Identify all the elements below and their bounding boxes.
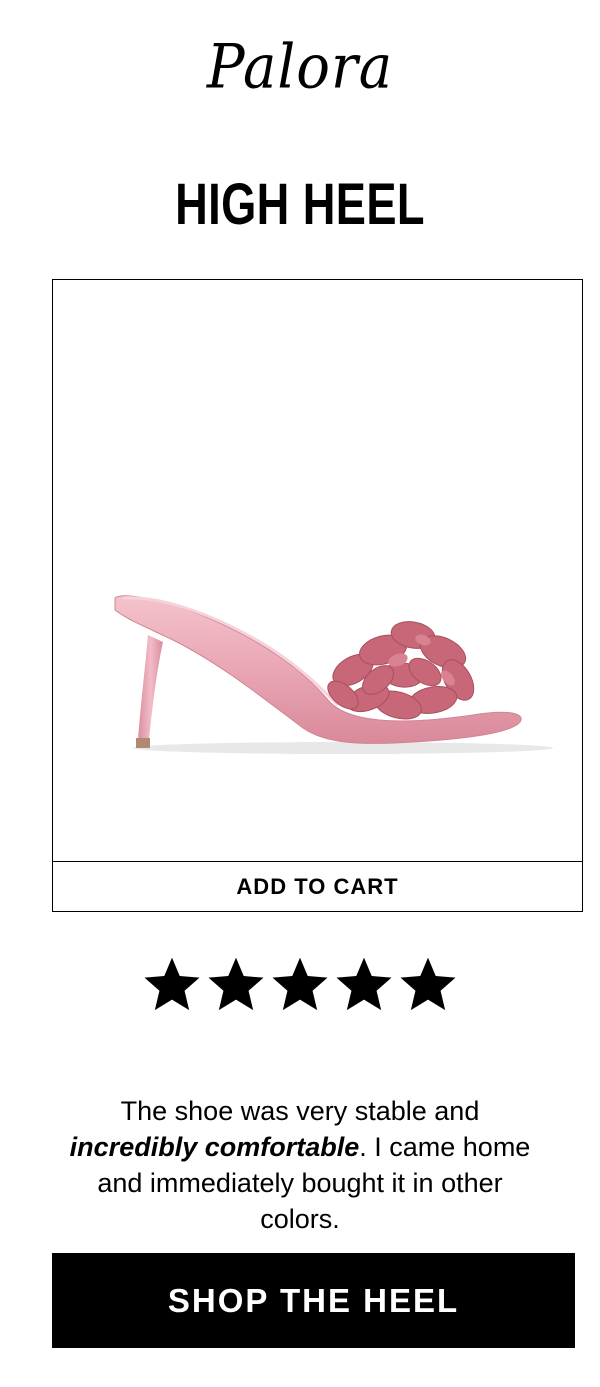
- shoe-illustration: [114, 595, 553, 754]
- customer-review: The shoe was very stable and incredibly …: [60, 1093, 540, 1237]
- star-icon: [336, 957, 392, 1011]
- brand-logo: Palora: [206, 32, 394, 103]
- page-headline: HIGH HEEL: [175, 172, 425, 237]
- product-image[interactable]: [53, 280, 584, 861]
- star-rating: [0, 954, 600, 1012]
- add-to-cart-button[interactable]: ADD TO CART: [53, 861, 582, 912]
- shop-the-heel-button[interactable]: SHOP THE HEEL: [52, 1253, 575, 1348]
- star-icon: [400, 957, 456, 1011]
- star-icon: [272, 957, 328, 1011]
- review-text-start: The shoe was very stable and: [120, 1096, 480, 1126]
- product-card[interactable]: ADD TO CART: [52, 279, 583, 912]
- star-icon: [208, 957, 264, 1011]
- star-icon: [144, 957, 200, 1011]
- review-emphasis: incredibly comfortable: [69, 1132, 360, 1162]
